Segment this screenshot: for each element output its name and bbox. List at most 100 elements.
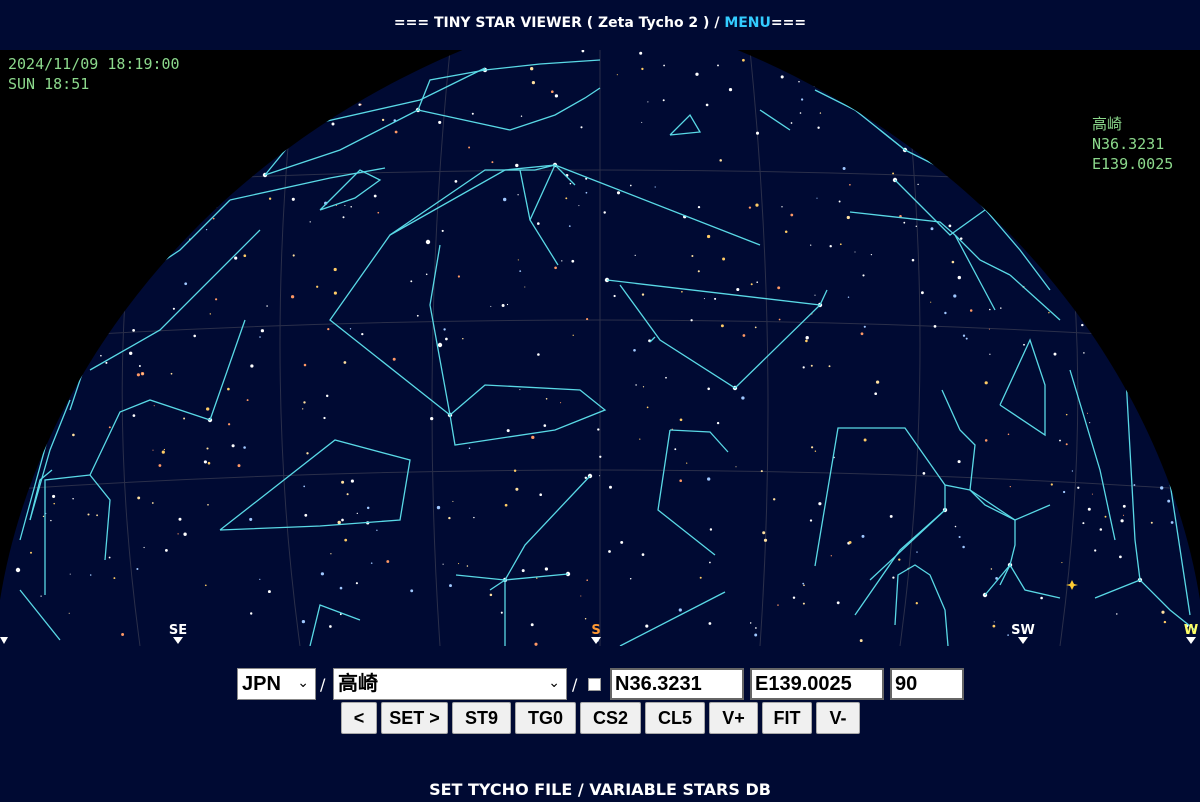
fov-input[interactable]: 90	[890, 668, 964, 700]
star	[754, 633, 758, 637]
star	[918, 56, 922, 60]
latitude-input[interactable]: N36.3231	[610, 668, 744, 700]
lock-checkbox[interactable]	[588, 678, 601, 691]
sky-chart[interactable]: SE S SW W	[0, 50, 1200, 646]
bright-star	[437, 342, 443, 348]
star	[301, 619, 306, 624]
star	[892, 576, 895, 579]
star	[466, 565, 469, 567]
star	[828, 365, 831, 368]
star	[1154, 339, 1157, 342]
star	[200, 52, 203, 56]
star	[1120, 519, 1124, 523]
star	[1094, 549, 1097, 552]
star	[137, 496, 141, 500]
star	[679, 418, 683, 422]
star	[521, 569, 525, 573]
star	[183, 532, 187, 536]
star	[951, 163, 954, 166]
star	[300, 127, 304, 131]
star	[678, 608, 682, 612]
star	[686, 462, 688, 464]
star	[331, 122, 335, 126]
star	[1096, 211, 1098, 213]
star	[989, 308, 991, 311]
star	[537, 222, 540, 225]
star	[425, 273, 428, 276]
star	[892, 172, 895, 175]
star	[810, 244, 812, 246]
star	[709, 561, 711, 564]
star	[524, 286, 526, 288]
star	[998, 145, 1001, 148]
star	[641, 121, 643, 123]
star	[915, 602, 918, 605]
star	[933, 160, 935, 162]
star	[454, 180, 458, 183]
star	[954, 525, 957, 528]
star	[69, 573, 71, 575]
star	[504, 503, 508, 507]
star	[1186, 104, 1189, 107]
fit-button[interactable]: FIT	[762, 702, 812, 734]
tycho-file-link[interactable]: SET TYCHO FILE / VARIABLE STARS DB	[0, 780, 1200, 799]
star	[860, 332, 864, 336]
star	[877, 84, 881, 88]
datetime-readout: 2024/11/09 18:19:00 SUN 18:51	[8, 54, 180, 94]
star	[798, 80, 800, 83]
star	[386, 560, 390, 563]
star	[859, 639, 863, 643]
star	[105, 361, 108, 364]
star	[452, 500, 454, 502]
star	[1077, 486, 1080, 489]
star	[641, 67, 644, 71]
star	[358, 103, 361, 106]
longitude-input[interactable]: E139.0025	[750, 668, 884, 700]
st9-button[interactable]: ST9	[452, 702, 511, 734]
city-select[interactable]: 高崎 ⌄	[333, 668, 567, 700]
star	[303, 363, 307, 367]
star	[1160, 486, 1164, 490]
star	[646, 406, 649, 409]
menu-link[interactable]: MENU	[724, 15, 771, 31]
star	[438, 120, 442, 124]
star	[933, 325, 937, 328]
bright-star	[425, 239, 431, 245]
star	[519, 270, 522, 272]
star	[1122, 514, 1125, 516]
star	[392, 357, 396, 361]
star	[755, 627, 757, 629]
star	[72, 498, 74, 500]
v-plus-button[interactable]: V+	[709, 702, 758, 734]
star	[87, 513, 90, 516]
star	[329, 89, 331, 92]
star	[1192, 531, 1196, 535]
star	[320, 572, 325, 576]
direction-label-sw: SW	[1011, 623, 1035, 638]
star	[172, 307, 175, 310]
star	[654, 186, 656, 188]
star	[42, 515, 45, 518]
set-button[interactable]: SET >	[381, 702, 448, 734]
star	[132, 329, 135, 332]
star	[534, 642, 538, 646]
tg0-button[interactable]: TG0	[515, 702, 576, 734]
star	[1122, 504, 1126, 508]
star	[641, 293, 645, 296]
star	[951, 260, 955, 264]
star	[243, 446, 246, 449]
star	[80, 321, 84, 325]
country-select[interactable]: JPN ⌄	[237, 668, 316, 700]
sky-view[interactable]: SE S SW W	[0, 50, 1200, 646]
prev-button[interactable]: <	[341, 702, 377, 734]
v-minus-button[interactable]: V-	[816, 702, 860, 734]
star	[922, 472, 926, 475]
star	[992, 624, 996, 628]
cl5-button[interactable]: CL5	[645, 702, 705, 734]
star	[634, 254, 636, 256]
star	[1091, 493, 1093, 495]
cs2-button[interactable]: CS2	[580, 702, 641, 734]
star	[303, 401, 306, 404]
star	[691, 254, 694, 258]
star	[50, 519, 52, 522]
